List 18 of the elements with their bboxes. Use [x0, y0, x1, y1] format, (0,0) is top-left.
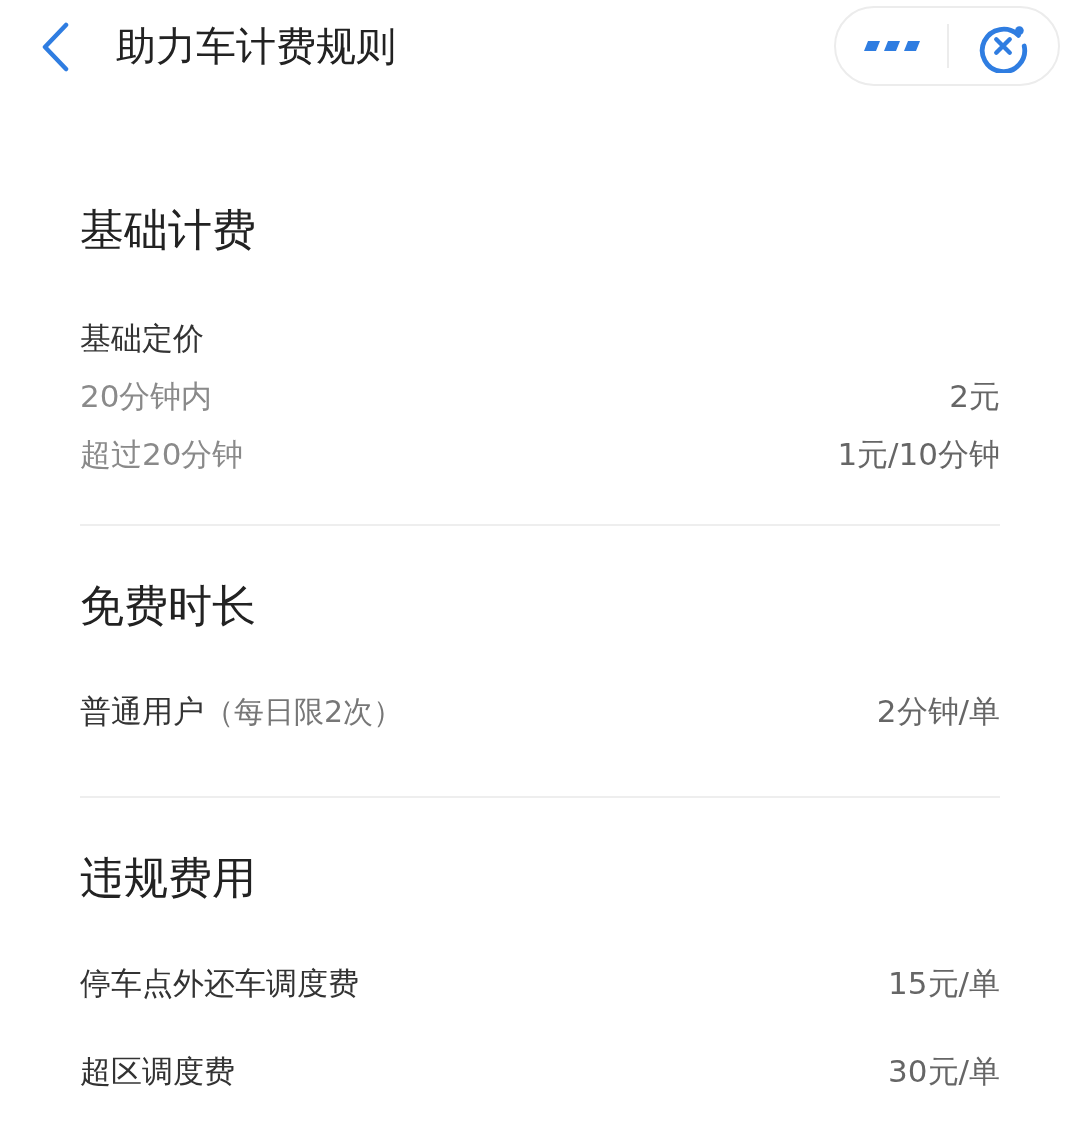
section-title: 免费时长 — [80, 579, 257, 633]
section-title: 违规费用 — [80, 851, 257, 905]
item-label: 20分钟内 — [80, 377, 213, 416]
back-icon[interactable] — [40, 22, 70, 72]
item-value: 15元/单 — [888, 964, 1000, 1003]
item-value: 2分钟/单 — [876, 692, 1000, 731]
item-value: 30元/单 — [888, 1052, 1000, 1091]
item-label: 超区调度费 — [80, 1052, 235, 1091]
section-title: 基础计费 — [80, 203, 257, 257]
item-value: 2元 — [949, 377, 1000, 416]
item-label: 普通用户 — [80, 692, 204, 731]
page-title: 助力车计费规则 — [116, 21, 396, 71]
subheading: 基础定价 — [80, 319, 204, 358]
item-label: 停车点外还车调度费 — [80, 964, 359, 1003]
item-note: （每日限2次） — [204, 692, 404, 731]
item-label: 超过20分钟 — [80, 435, 244, 474]
more-icon[interactable] — [863, 39, 920, 53]
item-value: 1元/10分钟 — [837, 435, 1000, 474]
